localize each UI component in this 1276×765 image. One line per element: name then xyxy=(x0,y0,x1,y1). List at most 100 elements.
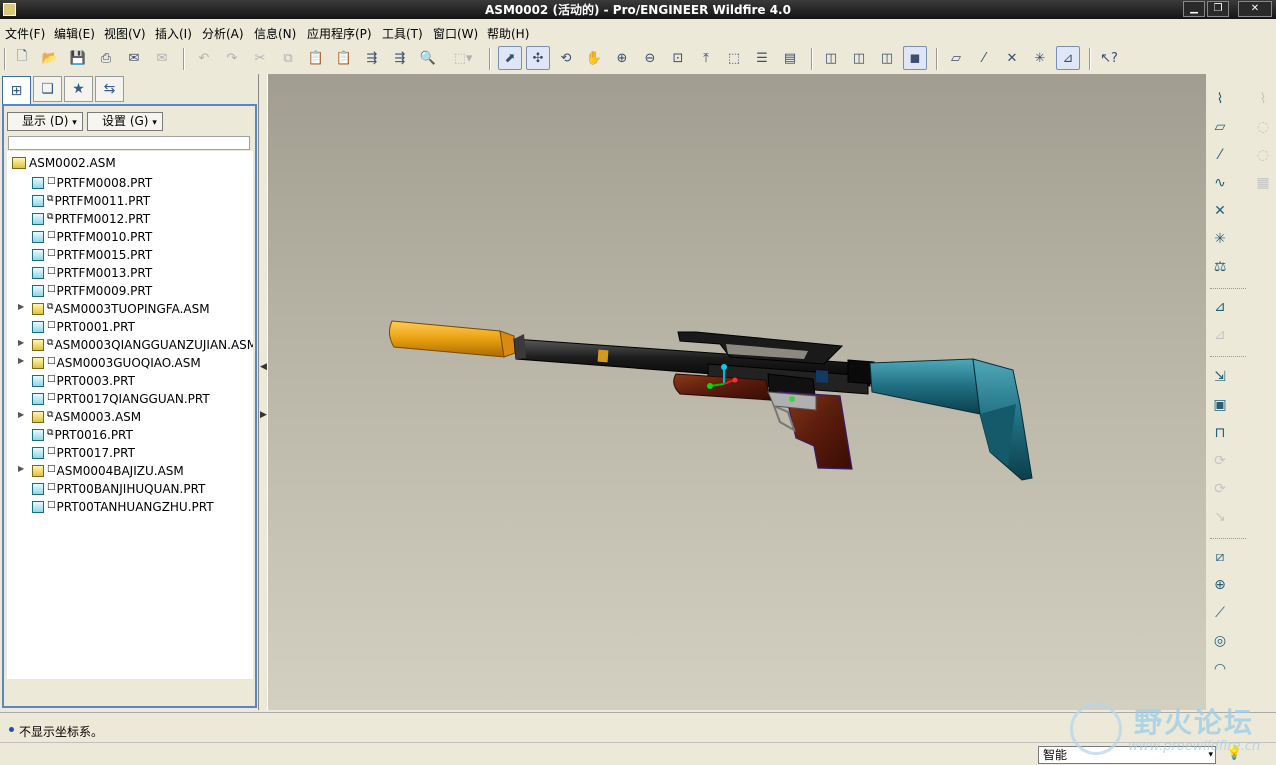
wireframe-icon[interactable]: ◫ xyxy=(819,46,843,70)
mirror-icon[interactable]: ⊓ xyxy=(1209,422,1231,444)
tree-item[interactable]: □PRTFM0010.PRT xyxy=(32,226,152,244)
revolve-icon[interactable]: ⊕ xyxy=(1209,574,1231,596)
round-icon[interactable]: ◠ xyxy=(1209,658,1231,680)
menu-insert[interactable]: 插入(I) xyxy=(155,25,192,42)
tree-item[interactable]: □PRT0017.PRT xyxy=(32,442,135,460)
graphics-window[interactable] xyxy=(268,74,1206,710)
menu-info[interactable]: 信息(N) xyxy=(254,25,296,42)
display-dropdown[interactable]: 显示 (D) ▾ xyxy=(7,112,83,131)
annotations-icon[interactable]: ⊿ xyxy=(1056,46,1080,70)
tree-item[interactable]: □PRTFM0013.PRT xyxy=(32,262,152,280)
saved-views-icon[interactable]: ⬚ xyxy=(722,46,746,70)
regenerate-icon[interactable]: ⇶ xyxy=(360,46,384,70)
tree-item[interactable]: ▶ □ASM0003GUOQIAO.ASM xyxy=(18,352,201,370)
regen-manager-icon[interactable]: ⇶ xyxy=(388,46,412,70)
model-tree-tab[interactable]: ⊞ xyxy=(2,76,31,104)
reorient-icon[interactable]: ⤒ xyxy=(694,46,718,70)
create-component-icon[interactable]: ⊿ xyxy=(1209,324,1231,346)
favorites-tab[interactable]: ★ xyxy=(64,76,93,102)
expand-arrow-icon[interactable]: ▶ xyxy=(18,460,24,478)
redo-icon[interactable]: ↷ xyxy=(220,46,244,70)
undo-icon[interactable]: ↶ xyxy=(192,46,216,70)
spin-center-icon[interactable]: ✣ xyxy=(526,46,550,70)
shading-icon[interactable]: ◼ xyxy=(903,46,927,70)
context-help-icon[interactable]: ↖? xyxy=(1097,46,1121,70)
menu-analysis[interactable]: 分析(A) xyxy=(202,25,244,42)
send-mail-icon[interactable]: ✉ xyxy=(122,46,146,70)
menu-edit[interactable]: 编辑(E) xyxy=(54,25,95,42)
inactive-tool-icon[interactable]: ◌ xyxy=(1252,116,1274,138)
inactive-tool-icon[interactable]: ⌇ xyxy=(1252,88,1274,110)
rotate2-icon[interactable]: ⟳ xyxy=(1209,478,1231,500)
open-icon[interactable]: 📂 xyxy=(38,46,62,70)
tree-item[interactable]: □PRT00BANJIHUQUAN.PRT xyxy=(32,478,205,496)
hole-icon[interactable]: ◎ xyxy=(1209,630,1231,652)
new-icon[interactable]: 🗋 xyxy=(10,46,34,70)
datum-planes-icon[interactable]: ▱ xyxy=(944,46,968,70)
coord-sys-icon[interactable]: ✳ xyxy=(1028,46,1052,70)
sketch-tool-icon[interactable]: ⌇ xyxy=(1209,88,1231,110)
tree-item[interactable]: □PRTFM0009.PRT xyxy=(32,280,152,298)
copy-icon[interactable]: ⧉ xyxy=(276,46,300,70)
inactive-tool-icon[interactable]: ▦ xyxy=(1252,172,1274,194)
datum-points-icon[interactable]: ✕ xyxy=(1000,46,1024,70)
find-icon[interactable]: 🔍 xyxy=(416,46,440,70)
expand-arrow-icon[interactable]: ▶ xyxy=(18,334,24,352)
tree-item[interactable]: ▶ ⧉ASM0003QIANGGUANZUJIAN.ASM xyxy=(18,334,253,352)
tree-item[interactable]: □PRTFM0015.PRT xyxy=(32,244,152,262)
menu-window[interactable]: 窗口(W) xyxy=(433,25,478,42)
inactive-tool-icon[interactable]: ◌ xyxy=(1252,144,1274,166)
analysis-feature-icon[interactable]: ⚖ xyxy=(1209,256,1231,278)
print-icon[interactable]: ⎙ xyxy=(94,46,118,70)
tree-item[interactable]: ⧉PRT0016.PRT xyxy=(32,424,133,442)
paste-icon[interactable]: 📋 xyxy=(304,46,328,70)
hidden-line-icon[interactable]: ◫ xyxy=(847,46,871,70)
datum-point-icon[interactable]: ✕ xyxy=(1209,200,1231,222)
assemble-icon[interactable]: ⊿ xyxy=(1209,296,1231,318)
minimize-button[interactable]: ▁ xyxy=(1183,1,1205,17)
tree-column-header[interactable] xyxy=(8,136,250,150)
tree-item[interactable]: ▶ ⧉ASM0003TUOPINGFA.ASM xyxy=(18,298,210,316)
select-box-icon[interactable]: ⬚▾ xyxy=(447,46,479,70)
sweep-icon[interactable]: ⟋ xyxy=(1209,602,1231,624)
expand-arrow-icon[interactable]: ▶ xyxy=(18,352,24,370)
layers-icon[interactable]: ☰ xyxy=(750,46,774,70)
datum-display-icon[interactable]: ⬈ xyxy=(498,46,522,70)
datum-axes-icon[interactable]: ⁄ xyxy=(972,46,996,70)
tree-item[interactable]: □PRTFM0008.PRT xyxy=(32,172,152,190)
datum-plane-icon[interactable]: ▱ xyxy=(1209,116,1231,138)
repeat-icon[interactable]: ⇲ xyxy=(1209,366,1231,388)
mail-attach-icon[interactable]: ✉ xyxy=(150,46,174,70)
tree-item[interactable]: ▶ ⧉ASM0003.ASM xyxy=(18,406,141,424)
menu-tools[interactable]: 工具(T) xyxy=(382,25,423,42)
refit-icon[interactable]: ⊡ xyxy=(666,46,690,70)
connections-tab[interactable]: ⇆ xyxy=(95,76,124,102)
orient-icon[interactable]: ⟲ xyxy=(554,46,578,70)
close-button[interactable]: ✕ xyxy=(1238,1,1272,17)
tree-item[interactable]: □PRT00TANHUANGZHU.PRT xyxy=(32,496,214,514)
menu-file[interactable]: 文件(F) xyxy=(5,25,45,42)
tree-item[interactable]: ▶ □ASM0004BAJIZU.ASM xyxy=(18,460,184,478)
expand-arrow-icon[interactable]: ▶ xyxy=(18,406,24,424)
maximize-button[interactable]: ❐ xyxy=(1207,1,1229,17)
coord-sys-tool-icon[interactable]: ✳ xyxy=(1209,228,1231,250)
panel-splitter[interactable]: ◀ ▶ xyxy=(258,74,268,710)
tree-item[interactable]: □PRT0001.PRT xyxy=(32,316,135,334)
zoom-out-icon[interactable]: ⊖ xyxy=(638,46,662,70)
pan-icon[interactable]: ✋ xyxy=(582,46,606,70)
paste-special-icon[interactable]: 📋 xyxy=(332,46,356,70)
tree-item[interactable]: ⧉PRTFM0012.PRT xyxy=(32,208,150,226)
view-manager-icon[interactable]: ▤ xyxy=(778,46,802,70)
datum-curve-icon[interactable]: ∿ xyxy=(1209,172,1231,194)
settings-dropdown[interactable]: 设置 (G) ▾ xyxy=(87,112,163,131)
layer-tab[interactable]: ❏ xyxy=(33,76,62,102)
tree-item[interactable]: □PRT0017QIANGGUAN.PRT xyxy=(32,388,210,406)
zoom-in-icon[interactable]: ⊕ xyxy=(610,46,634,70)
tree-item[interactable]: ⧉PRTFM0011.PRT xyxy=(32,190,150,208)
save-icon[interactable]: 💾 xyxy=(66,46,90,70)
menu-applications[interactable]: 应用程序(P) xyxy=(307,25,372,42)
move-icon[interactable]: ↘ xyxy=(1209,506,1231,528)
no-hidden-icon[interactable]: ◫ xyxy=(875,46,899,70)
extrude-icon[interactable]: ⧄ xyxy=(1209,546,1231,568)
expand-arrow-icon[interactable]: ▶ xyxy=(18,298,24,316)
